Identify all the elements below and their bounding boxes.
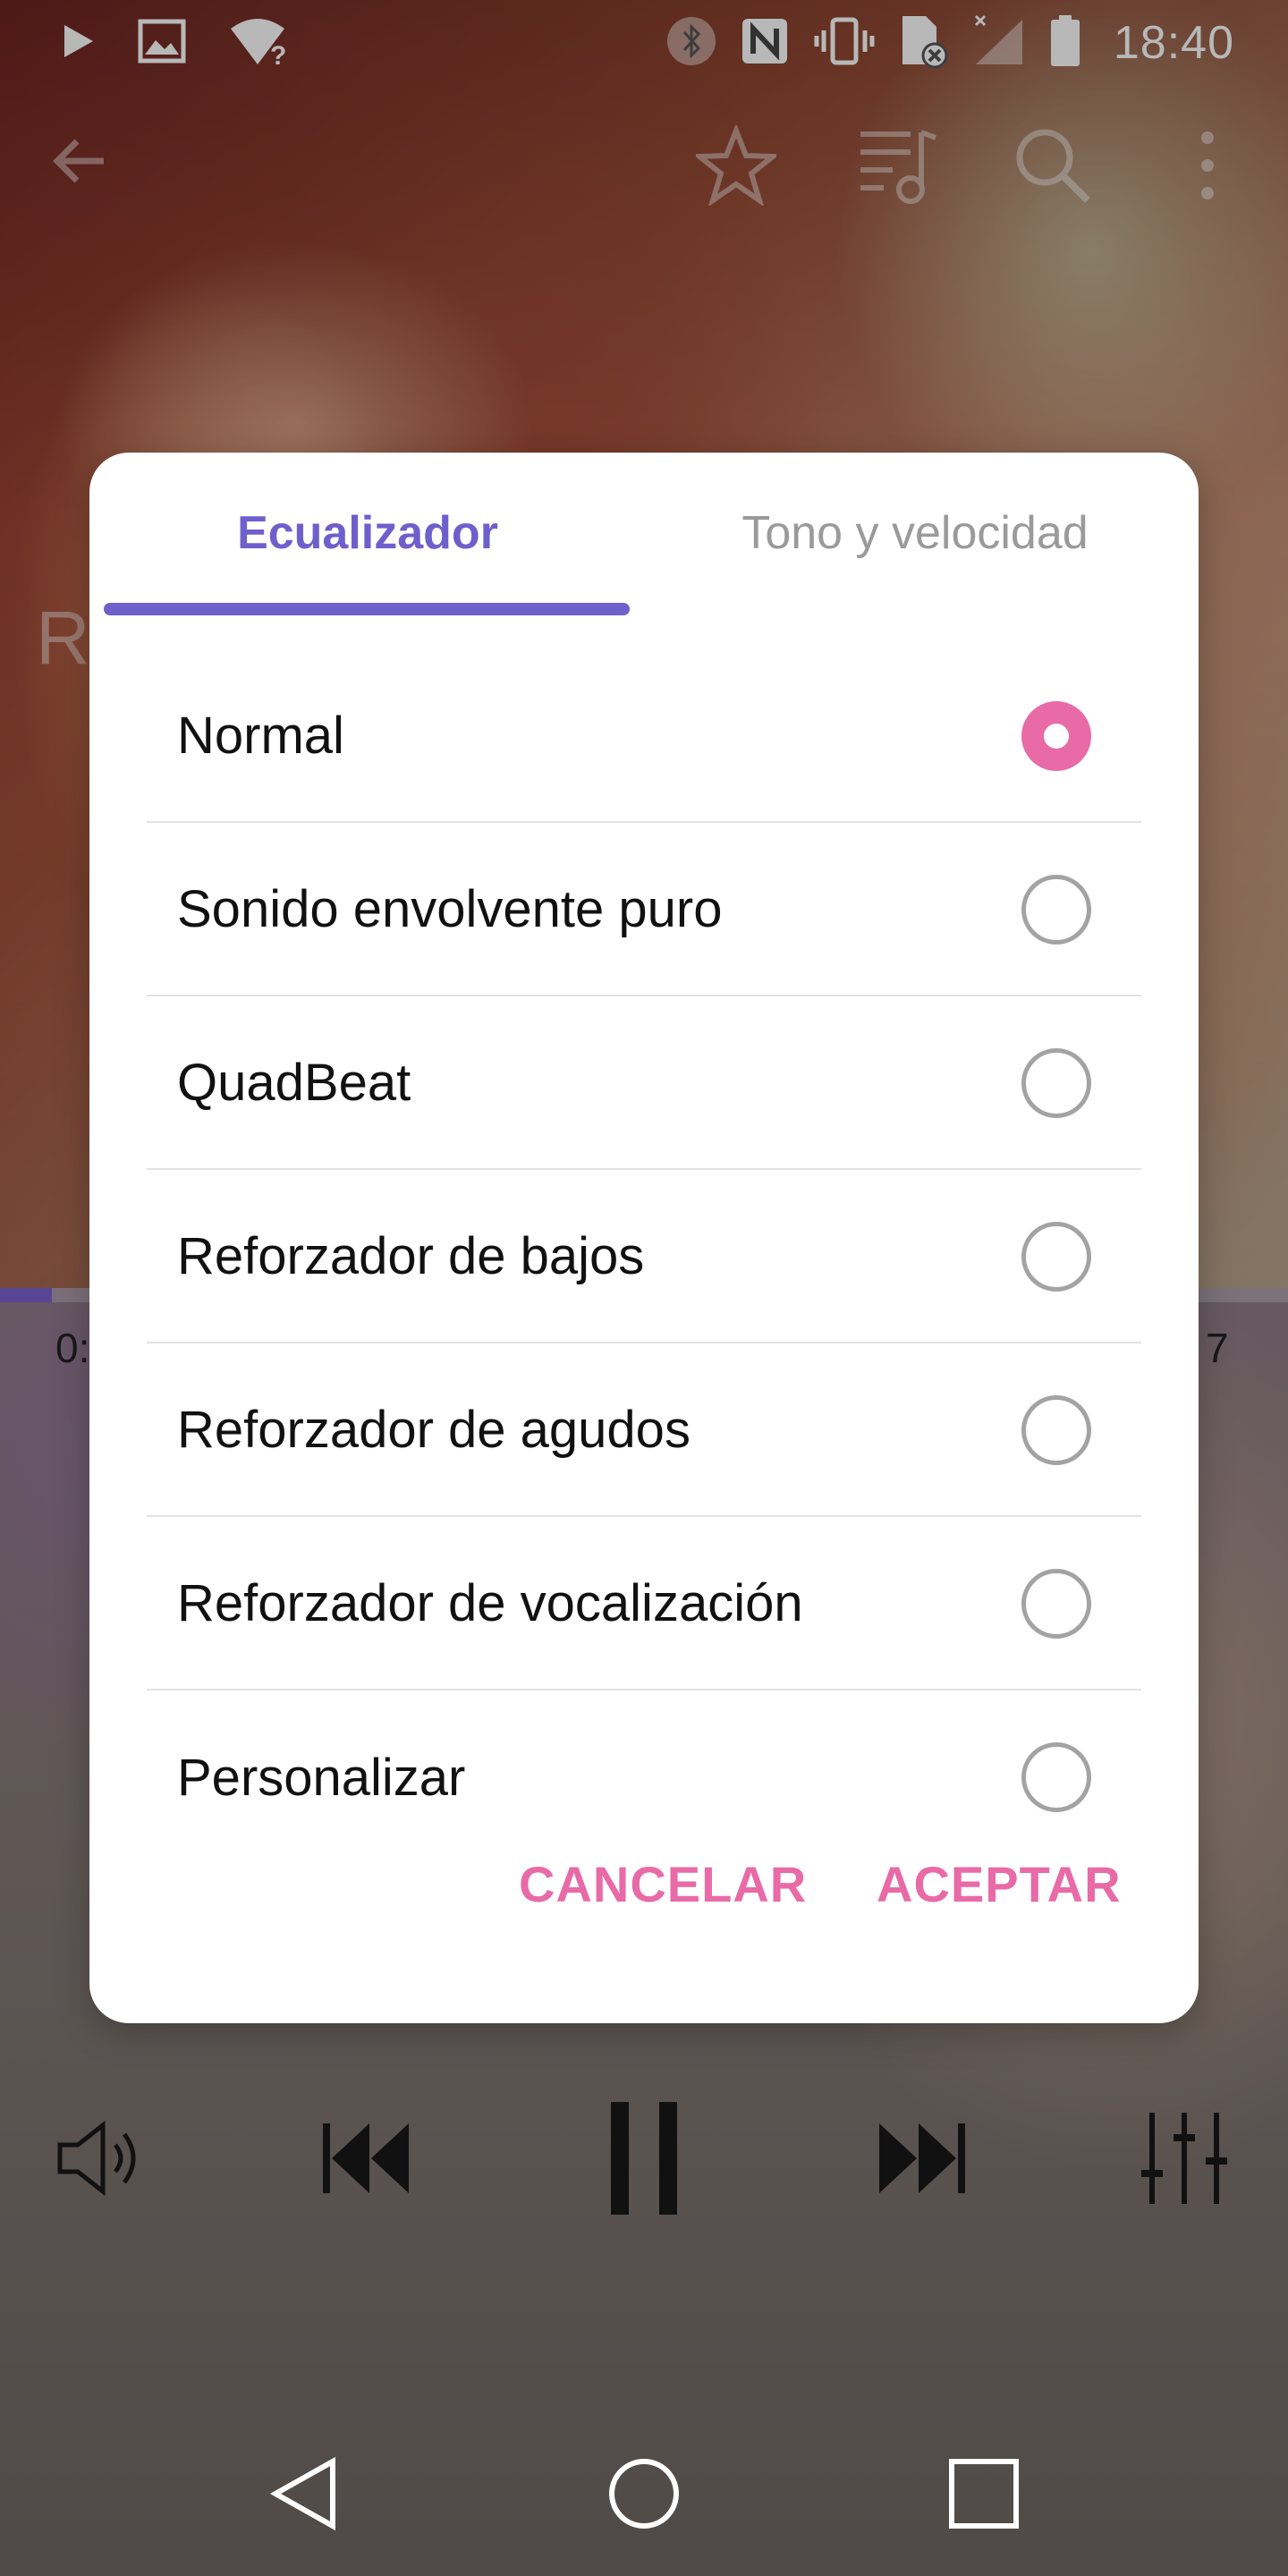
tab-indicator xyxy=(104,603,630,615)
cancel-button[interactable]: CANCELAR xyxy=(519,1821,807,1946)
option-pure-surround[interactable]: Sonido envolvente puro xyxy=(147,823,1141,996)
nav-home-button[interactable] xyxy=(599,2451,689,2540)
option-bass-booster[interactable]: Reforzador de bajos xyxy=(147,1170,1141,1343)
dialog-tabs: Ecualizador Tono y velocidad xyxy=(89,453,1199,615)
equalizer-icon xyxy=(1140,2109,1229,2212)
radio-button[interactable] xyxy=(1021,701,1091,771)
nav-back-icon xyxy=(267,2456,342,2536)
tab-equalizer[interactable]: Ecualizador xyxy=(104,453,631,614)
pause-icon xyxy=(604,2100,684,2221)
equalizer-options-list: Normal Sonido envolvente puro QuadBeat R… xyxy=(147,649,1141,1864)
navigation-bar xyxy=(0,2415,1288,2576)
volume-icon xyxy=(55,2118,153,2203)
nav-home-icon xyxy=(606,2456,682,2536)
option-normal[interactable]: Normal xyxy=(147,649,1141,823)
option-quadbeat[interactable]: QuadBeat xyxy=(147,996,1141,1170)
radio-button[interactable] xyxy=(1021,1048,1091,1118)
option-label: Reforzador de agudos xyxy=(177,1400,691,1459)
radio-button[interactable] xyxy=(1021,1569,1091,1639)
next-button[interactable] xyxy=(869,2102,977,2218)
music-player-screen: ? 18:40 R 0: 7 Ecualizador Tono y veloci… xyxy=(0,0,1288,2576)
dialog-actions: CANCELAR ACEPTAR xyxy=(89,1821,1199,1946)
option-label: Normal xyxy=(177,706,344,765)
previous-button[interactable] xyxy=(311,2102,419,2218)
radio-button[interactable] xyxy=(1021,875,1091,945)
nav-recents-icon xyxy=(946,2456,1021,2536)
previous-icon xyxy=(316,2118,414,2203)
next-icon xyxy=(874,2118,972,2203)
option-label: Personalizar xyxy=(177,1748,466,1807)
option-label: Reforzador de vocalización xyxy=(177,1573,803,1632)
nav-back-button[interactable] xyxy=(259,2451,349,2540)
accept-button[interactable]: ACEPTAR xyxy=(877,1821,1122,1946)
tab-pitch-speed[interactable]: Tono y velocidad xyxy=(644,453,1186,614)
option-label: Sonido envolvente puro xyxy=(177,879,723,938)
radio-button[interactable] xyxy=(1021,1222,1091,1292)
option-label: Reforzador de bajos xyxy=(177,1226,645,1285)
volume-button[interactable] xyxy=(50,2102,157,2218)
radio-button[interactable] xyxy=(1021,1395,1091,1465)
option-vocal-booster[interactable]: Reforzador de vocalización xyxy=(147,1517,1141,1690)
option-label: QuadBeat xyxy=(177,1053,411,1112)
playback-controls xyxy=(0,2100,1288,2221)
pause-button[interactable] xyxy=(590,2100,698,2221)
radio-button[interactable] xyxy=(1021,1742,1091,1812)
equalizer-button[interactable] xyxy=(1131,2102,1238,2218)
option-treble-booster[interactable]: Reforzador de agudos xyxy=(147,1343,1141,1517)
equalizer-dialog: Ecualizador Tono y velocidad Normal Soni… xyxy=(89,453,1199,2023)
nav-recents-button[interactable] xyxy=(939,2451,1029,2540)
